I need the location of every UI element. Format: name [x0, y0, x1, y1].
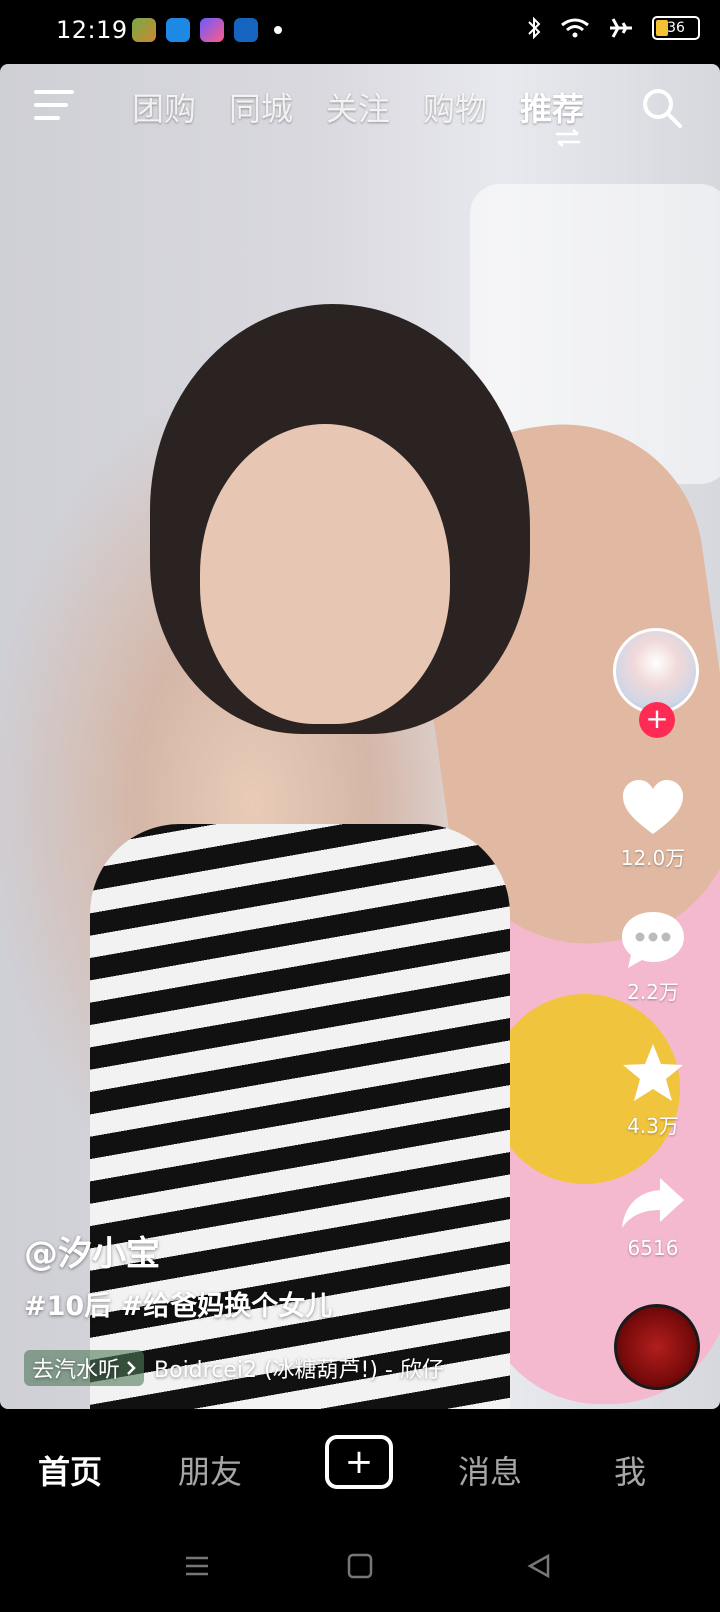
tab-following[interactable]: 关注 [326, 84, 390, 130]
menu-nav-icon[interactable] [184, 1553, 210, 1579]
status-bar: 12:19 36 [0, 0, 720, 64]
back-nav-icon[interactable] [526, 1553, 552, 1579]
share-count: 6516 [627, 1236, 679, 1260]
plus-icon: + [344, 1442, 374, 1482]
music-title: Boidrcei2 (冰糖葫芦!) - 欣仔 [154, 1358, 444, 1383]
author-name[interactable]: @汐小宝 [24, 1226, 160, 1275]
add-button[interactable]: + [325, 1435, 393, 1489]
comment-button[interactable]: 2.2万 [598, 910, 708, 1005]
video-subject-face [200, 424, 450, 724]
app-browser-icon [166, 18, 190, 42]
airplane-mode-icon [610, 18, 632, 38]
hashtags[interactable]: #10后 #给爸妈换个女儿 [24, 1284, 332, 1323]
menu-icon-line [34, 116, 60, 120]
favorite-count: 4.3万 [627, 1114, 679, 1138]
like-count: 12.0万 [620, 846, 686, 870]
search-icon[interactable] [640, 86, 684, 130]
share-button[interactable]: 6516 [598, 1176, 708, 1260]
like-button[interactable]: 12.0万 [598, 778, 708, 871]
chevron-right-icon [127, 1361, 136, 1375]
nav-home[interactable]: 首页 [38, 1447, 102, 1493]
notification-dot-icon [274, 26, 282, 34]
comment-count: 2.2万 [627, 980, 679, 1004]
favorite-button[interactable]: 4.3万 [598, 1042, 708, 1139]
bluetooth-icon [528, 16, 541, 40]
app-shortcut-icon [200, 18, 224, 42]
menu-icon-line [34, 103, 68, 107]
comment-icon [622, 912, 684, 968]
menu-button[interactable] [34, 90, 76, 124]
battery-icon: 36 [652, 16, 700, 40]
nav-messages[interactable]: 消息 [458, 1447, 522, 1493]
app-game-icon [132, 18, 156, 42]
status-indicators: 36 [526, 16, 700, 40]
battery-level: 36 [667, 20, 685, 36]
share-icon [622, 1178, 684, 1228]
system-nav-bar [0, 1529, 720, 1612]
menu-icon-line [34, 90, 74, 94]
tab-group-buy[interactable]: 团购 [132, 84, 196, 130]
nav-friends[interactable]: 朋友 [178, 1447, 242, 1493]
music-open-link[interactable]: 去汽水听 [24, 1350, 145, 1386]
heart-icon [623, 780, 683, 834]
bottom-nav: 首页 朋友 + 消息 我 [0, 1409, 720, 1529]
nav-me[interactable]: 我 [614, 1447, 646, 1493]
tab-local[interactable]: 同城 [229, 84, 293, 130]
switch-arrows-icon [556, 129, 580, 147]
follow-button[interactable]: + [639, 702, 675, 738]
status-app-icons [132, 18, 282, 42]
home-nav-icon[interactable] [347, 1553, 373, 1579]
music-info[interactable]: 去汽水听 Boidrcei2 (冰糖葫芦!) - 欣仔 [24, 1350, 444, 1386]
star-icon [623, 1044, 683, 1101]
music-disc[interactable] [614, 1304, 700, 1390]
music-prefix: 去汽水听 [32, 1358, 121, 1383]
app-blue-icon [234, 18, 258, 42]
tab-recommend[interactable]: 推荐 [520, 84, 584, 130]
wifi-icon [561, 18, 589, 38]
status-time: 12:19 [56, 16, 128, 44]
tab-shopping[interactable]: 购物 [423, 84, 487, 130]
